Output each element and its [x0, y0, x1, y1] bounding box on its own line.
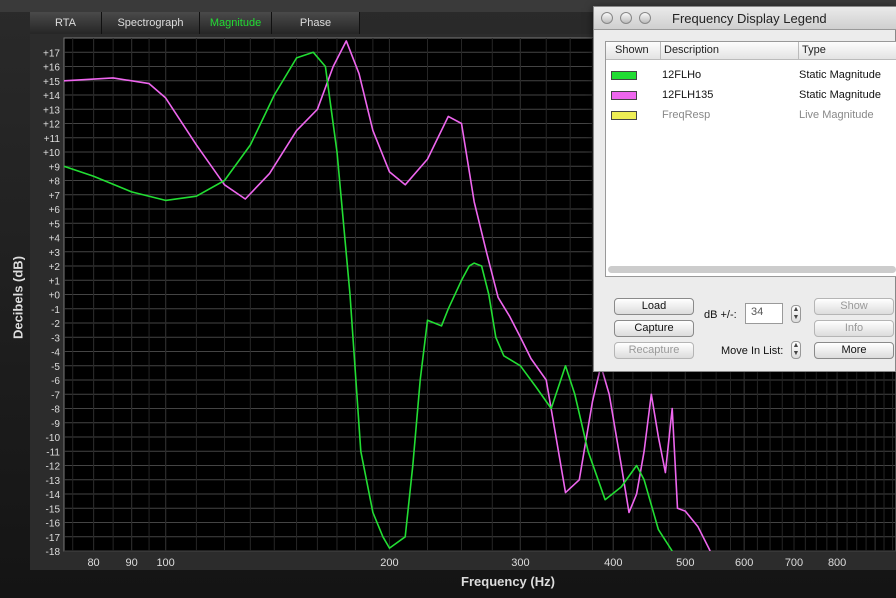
- y-tick-label: +4: [49, 234, 61, 245]
- y-axis-label: Decibels (dB): [10, 255, 26, 340]
- y-tick-label: +1: [49, 276, 61, 287]
- y-tick-label: -18: [46, 547, 61, 558]
- x-tick-label: 80: [87, 557, 99, 569]
- x-tick-label: 800: [828, 557, 846, 569]
- y-tick-label: -10: [46, 433, 61, 444]
- column-shown[interactable]: Shown: [615, 44, 649, 56]
- info-button[interactable]: Info: [814, 320, 894, 337]
- y-tick-label: +11: [44, 134, 61, 145]
- x-tick-label: 400: [604, 557, 622, 569]
- legend-row[interactable]: FreqResp Live Magnitude: [606, 106, 896, 126]
- legend-table-header: Shown Description Type: [606, 42, 896, 60]
- y-tick-label: -2: [51, 319, 60, 330]
- legend-table: Shown Description Type 12FLHo Static Mag…: [605, 41, 896, 277]
- legend-row-type: Static Magnitude: [799, 89, 881, 101]
- x-tick-label: 300: [511, 557, 529, 569]
- legend-row-description: 12FLH135: [662, 89, 714, 101]
- y-tick-label: -9: [51, 419, 60, 430]
- y-tick-label: +8: [49, 177, 61, 188]
- y-tick-label: +13: [43, 105, 60, 116]
- legend-row[interactable]: 12FLHo Static Magnitude: [606, 66, 896, 86]
- y-tick-label: -13: [46, 476, 61, 487]
- y-tick-label: -15: [46, 504, 61, 515]
- y-tick-label: -1: [51, 305, 60, 316]
- legend-title: Frequency Display Legend: [672, 11, 827, 26]
- y-tick-label: -8: [51, 405, 60, 416]
- x-tick-label: 500: [676, 557, 694, 569]
- column-type[interactable]: Type: [802, 44, 826, 56]
- y-tick-label: -3: [51, 333, 60, 344]
- horizontal-scrollbar[interactable]: [608, 266, 896, 273]
- app-window: RTA Spectrograph Magnitude Phase +17 +16 +…: [0, 0, 896, 598]
- y-tick-label: -16: [46, 519, 61, 530]
- close-window-icon[interactable]: [601, 12, 613, 24]
- db-range-stepper[interactable]: ▲ ▼: [791, 305, 801, 323]
- db-range-label: dB +/-:: [704, 309, 737, 321]
- series-color-swatch[interactable]: [611, 91, 637, 100]
- y-tick-label: -12: [46, 462, 61, 473]
- x-tick-label: 200: [380, 557, 398, 569]
- move-in-list-label: Move In List:: [721, 345, 784, 357]
- legend-row-type: Live Magnitude: [799, 109, 874, 121]
- y-tick-label: +14: [43, 91, 60, 102]
- x-tick-label: 600: [735, 557, 753, 569]
- series-color-swatch[interactable]: [611, 71, 637, 80]
- capture-button[interactable]: Capture: [614, 320, 694, 337]
- y-tick-label: +12: [43, 120, 60, 131]
- y-tick-label: -14: [46, 490, 61, 501]
- y-tick-label: +6: [49, 205, 61, 216]
- y-tick-label: +2: [49, 262, 61, 273]
- legend-title-bar[interactable]: Frequency Display Legend: [594, 7, 896, 30]
- y-tick-label: -6: [51, 376, 60, 387]
- y-tick-label: -11: [46, 447, 60, 458]
- x-axis-label: Frequency (Hz): [461, 574, 555, 589]
- y-tick-label: +9: [49, 162, 61, 173]
- y-tick-label: +10: [43, 148, 60, 159]
- y-tick-label: +17: [43, 48, 60, 59]
- minimize-window-icon[interactable]: [620, 12, 632, 24]
- legend-row-type: Static Magnitude: [799, 69, 881, 81]
- y-tick-label: +5: [49, 219, 61, 230]
- zoom-window-icon[interactable]: [639, 12, 651, 24]
- legend-window: Frequency Display Legend Shown Descripti…: [593, 6, 896, 372]
- y-tick-label: -4: [51, 348, 60, 359]
- recapture-button[interactable]: Recapture: [614, 342, 694, 359]
- y-tick-label: +15: [43, 77, 60, 88]
- y-tick-label: +0: [49, 291, 61, 302]
- move-in-list-stepper[interactable]: ▲ ▼: [791, 341, 801, 359]
- legend-row-description: 12FLHo: [662, 69, 702, 81]
- y-tick-label: -7: [51, 390, 60, 401]
- db-range-input[interactable]: 34: [745, 303, 783, 324]
- y-tick-label: +7: [49, 191, 61, 202]
- series-color-swatch[interactable]: [611, 111, 637, 120]
- x-tick-label: 700: [785, 557, 803, 569]
- legend-row[interactable]: 12FLH135 Static Magnitude: [606, 86, 896, 106]
- more-button[interactable]: More: [814, 342, 894, 359]
- x-tick-label: 100: [156, 557, 174, 569]
- y-tick-label: +3: [49, 248, 61, 259]
- y-tick-label: -17: [46, 533, 61, 544]
- y-tick-label: +16: [43, 63, 60, 74]
- column-description[interactable]: Description: [664, 44, 719, 56]
- load-button[interactable]: Load: [614, 298, 694, 315]
- show-button[interactable]: Show: [814, 298, 894, 315]
- y-tick-label: -5: [51, 362, 60, 373]
- x-tick-label: 90: [125, 557, 137, 569]
- legend-row-description: FreqResp: [662, 109, 711, 121]
